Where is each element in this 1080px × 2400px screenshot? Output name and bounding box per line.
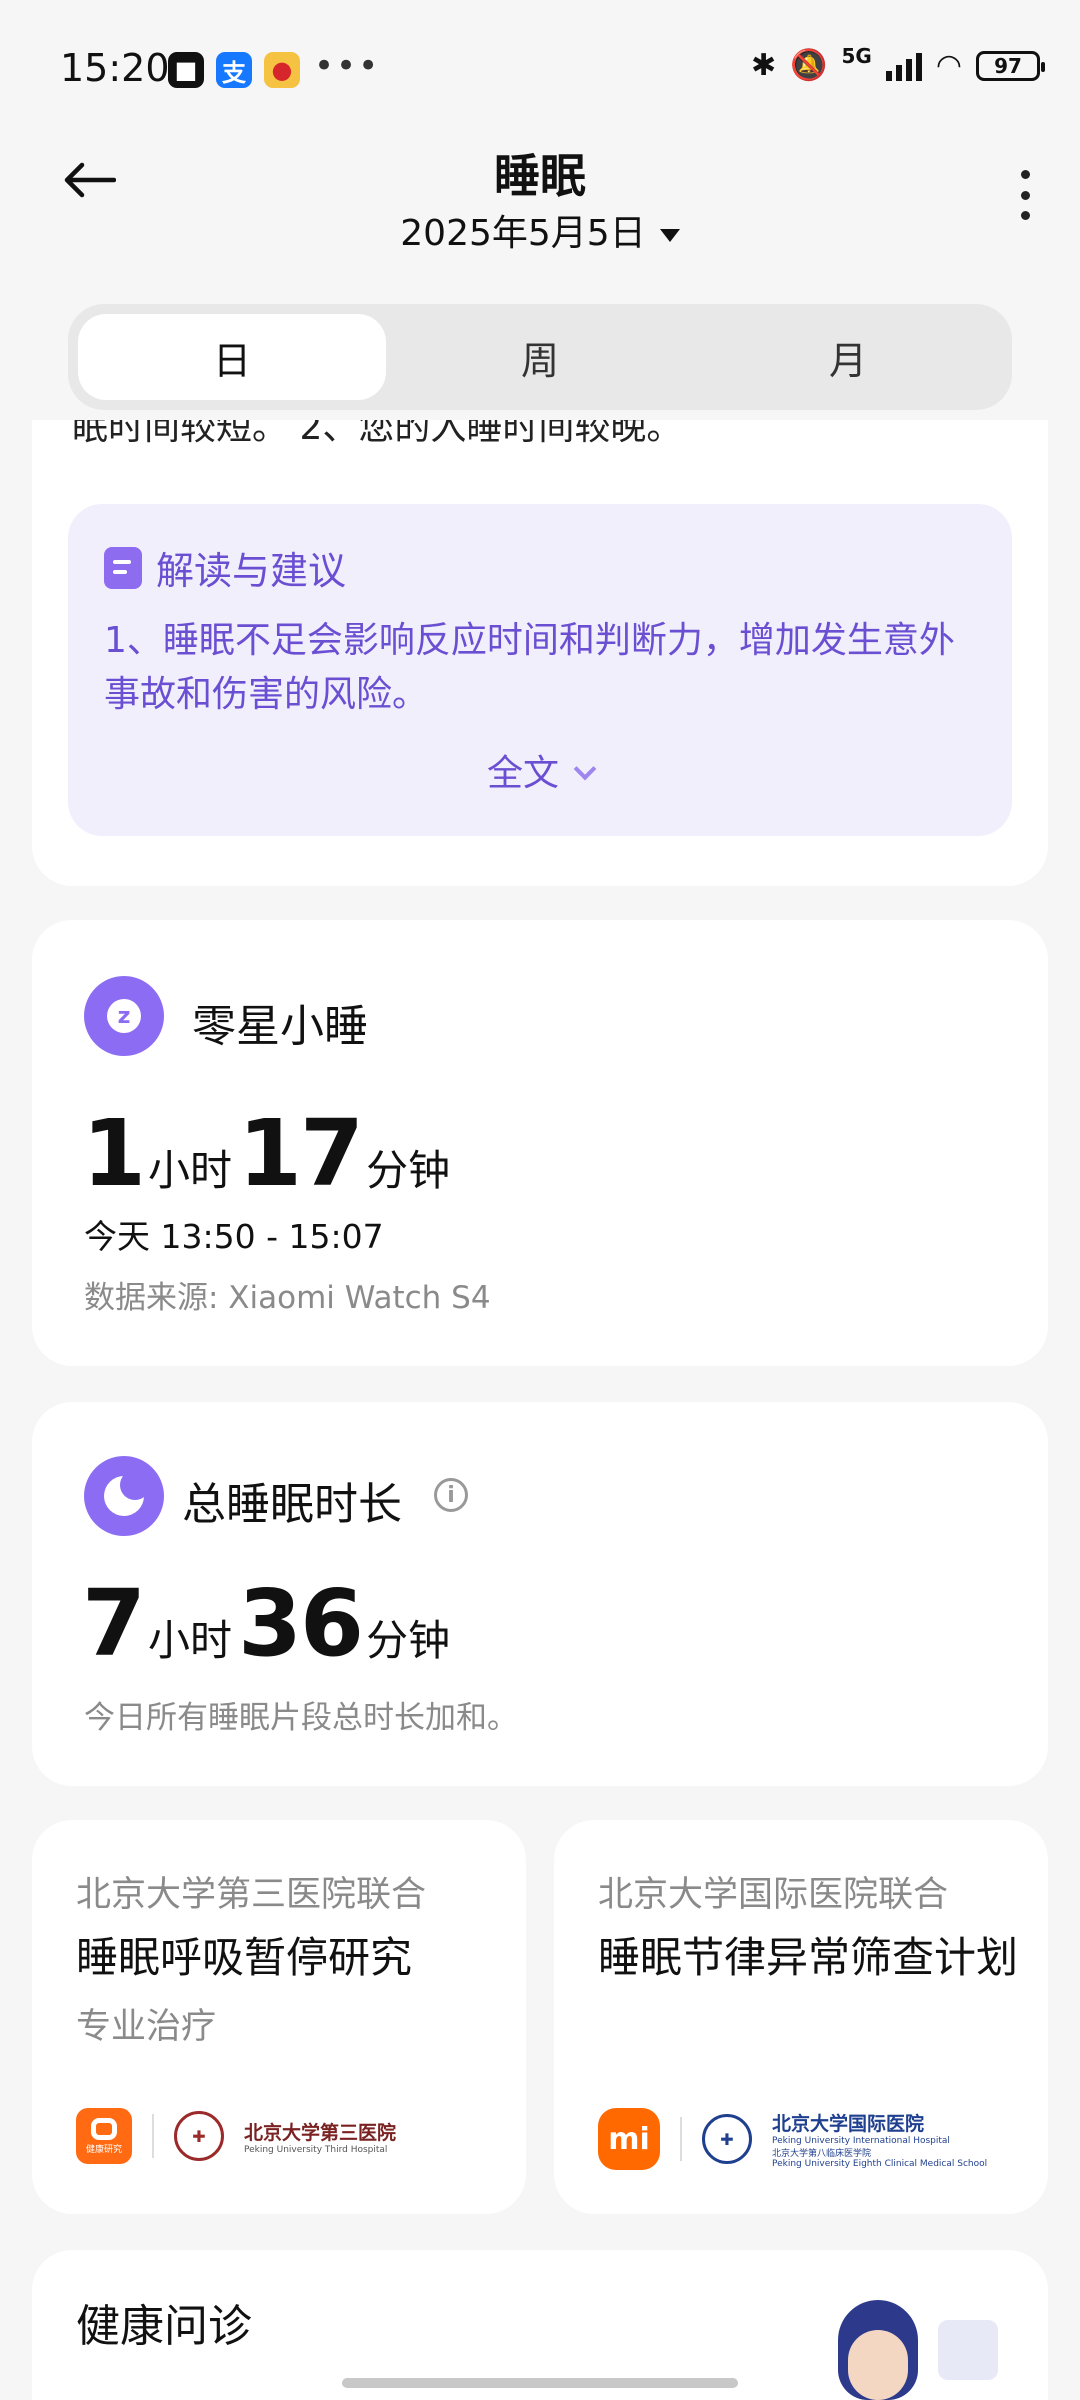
research-title: 睡眠呼吸暂停研究	[76, 1933, 413, 1982]
total-hours: 7	[82, 1570, 146, 1677]
tab-week[interactable]: 周	[386, 314, 694, 400]
hospital-school-cn: 北京大学第八临床医学院	[772, 2149, 872, 2159]
total-sleep-card[interactable]: 总睡眠时长 i 7 小时 36 分钟 今日所有睡眠片段总时长加和。	[32, 1402, 1048, 1786]
full-text-label: 全文	[486, 753, 559, 794]
research-card-apnea[interactable]: 北京大学第三医院联合 睡眠呼吸暂停研究 专业治疗 健康研究 ✚ 北京大学第三医院…	[32, 1820, 526, 2214]
nap-minutes: 17	[238, 1100, 364, 1207]
more-notifications-icon: •••	[314, 46, 381, 86]
nap-time-range: 今天 13:50 - 15:07	[84, 1217, 384, 1256]
consult-title: 健康问诊	[76, 2301, 252, 2352]
soundwave-app-icon: ■	[168, 52, 204, 88]
total-minutes-unit: 分钟	[366, 1616, 451, 1665]
more-options-icon[interactable]	[1010, 170, 1040, 220]
total-hours-unit: 小时	[148, 1616, 233, 1665]
data-source: 数据来源: Xiaomi Watch S4	[84, 1280, 491, 1316]
hospital-school-en: Peking University Eighth Clinical Medica…	[772, 2159, 988, 2169]
nap-hours: 1	[82, 1100, 146, 1207]
advice-box: 解读与建议 1、睡眠不足会影响反应时间和判断力，增加发生意外事故和伤害的风险。 …	[68, 504, 1012, 836]
logo-divider	[152, 2114, 154, 2158]
sleep-summary-card: 眠时间较短。 2、您的入睡时间较晚。 解读与建议 1、睡眠不足会影响反应时间和判…	[32, 420, 1048, 886]
date-selector[interactable]: 2025年5月5日	[0, 204, 1080, 256]
nap-title: 零星小睡	[192, 1001, 368, 1052]
moon-icon-badge	[84, 1456, 164, 1536]
mute-bell-icon: 🔕	[790, 48, 828, 83]
period-tabs: 日 周 月	[68, 304, 1012, 410]
date-label: 2025年5月5日	[400, 213, 646, 254]
hospital-seal-logo: ✚	[702, 2114, 752, 2164]
nap-hours-unit: 小时	[148, 1146, 233, 1195]
z-icon: z	[107, 999, 141, 1033]
xiaomi-logo: mi	[598, 2108, 660, 2170]
hospital-wordmark: 北京大学国际医院 Peking University International…	[772, 2109, 987, 2169]
advice-title: 解读与建议	[156, 549, 347, 593]
info-icon[interactable]: i	[434, 1478, 468, 1512]
hospital-wordmark: 北京大学第三医院 Peking University Third Hospita…	[244, 2118, 396, 2155]
research-org: 北京大学国际医院联合	[598, 1875, 949, 1915]
battery-icon: 97	[976, 50, 1045, 81]
partner-logos: 健康研究 ✚ 北京大学第三医院 Peking University Third …	[76, 2108, 396, 2164]
doctor-illustration	[778, 2300, 998, 2400]
total-sleep-note: 今日所有睡眠片段总时长加和。	[84, 1700, 518, 1736]
hospital-name-cn: 北京大学第三医院	[244, 2121, 397, 2144]
chevron-down-icon	[573, 757, 597, 781]
bluetooth-icon: ✱	[750, 48, 777, 83]
dropdown-caret-icon	[659, 228, 680, 242]
nap-duration: 1 小时 17 分钟	[82, 1100, 456, 1207]
page-title: 睡眠	[494, 149, 586, 203]
hospital-name-en: Peking University International Hospital	[772, 2136, 950, 2146]
total-sleep-title: 总睡眠时长	[182, 1479, 402, 1530]
tab-month[interactable]: 月	[694, 314, 1002, 400]
hospital-seal-logo: ✚	[174, 2111, 224, 2161]
advice-header: 解读与建议	[104, 540, 346, 595]
hospital-name-cn: 北京大学国际医院	[772, 2113, 925, 2135]
signal-icon	[885, 51, 922, 81]
partner-logos: mi ✚ 北京大学国际医院 Peking University Internat…	[598, 2108, 987, 2170]
status-time: 15:20	[60, 46, 170, 90]
health-research-logo-text: 健康研究	[85, 2144, 122, 2155]
nap-minutes-unit: 分钟	[366, 1146, 451, 1195]
full-text-button[interactable]: 全文	[68, 744, 1012, 796]
logo-divider	[680, 2117, 682, 2161]
nap-card[interactable]: z 零星小睡 1 小时 17 分钟 今天 13:50 - 15:07 数据来源:…	[32, 920, 1048, 1366]
document-icon	[104, 546, 142, 589]
research-card-rhythm[interactable]: 北京大学国际医院联合 睡眠节律异常筛查计划 mi ✚ 北京大学国际医院 Peki…	[554, 1820, 1048, 2214]
research-title: 睡眠节律异常筛查计划	[598, 1933, 1019, 1982]
alipay-app-icon: 支	[216, 52, 252, 88]
tab-day[interactable]: 日	[78, 314, 386, 400]
hospital-name-en: Peking University Third Hospital	[244, 2144, 388, 2155]
weibo-app-icon: ●	[264, 52, 300, 88]
research-subtitle: 专业治疗	[76, 2007, 217, 2047]
wifi-icon: ◠	[935, 48, 962, 83]
research-org: 北京大学第三医院联合	[76, 1875, 427, 1915]
total-minutes: 36	[238, 1570, 364, 1677]
health-research-logo: 健康研究	[76, 2108, 132, 2164]
status-icons: ✱ 🔕 5G ◠ 97	[750, 44, 1045, 83]
moon-icon	[104, 1470, 150, 1516]
nap-icon: z	[84, 976, 164, 1056]
summary-text: 眠时间较短。 2、您的入睡时间较晚。	[72, 420, 683, 448]
status-bar: 15:20 ■ 支 ● ••• ✱ 🔕 5G ◠ 97	[0, 0, 1080, 140]
total-sleep-duration: 7 小时 36 分钟	[82, 1570, 456, 1677]
network-type: 5G	[841, 43, 872, 68]
advice-body: 1、睡眠不足会影响反应时间和判断力，增加发生意外事故和伤害的风险。	[104, 620, 955, 715]
home-indicator[interactable]	[342, 2378, 738, 2388]
